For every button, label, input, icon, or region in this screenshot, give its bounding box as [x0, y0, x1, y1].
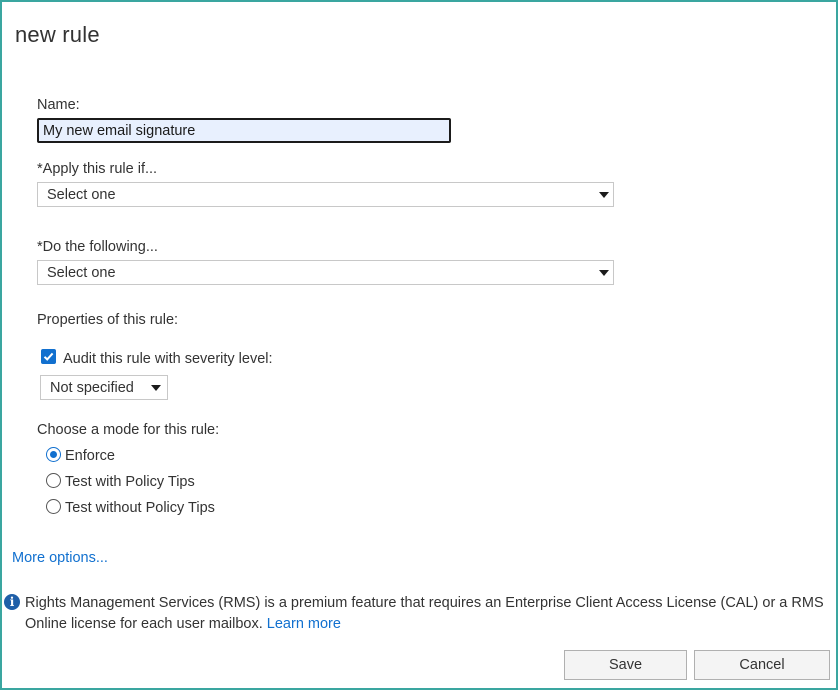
radio-enforce-label: Enforce [65, 448, 115, 464]
properties-label: Properties of this rule: [37, 312, 179, 328]
mode-label: Choose a mode for this rule: [37, 422, 220, 438]
name-label: Name: [37, 97, 80, 113]
apply-rule-selected: Select one [47, 187, 116, 203]
rms-info-message: Rights Management Services (RMS) is a pr… [25, 595, 824, 632]
checkmark-icon [43, 352, 54, 361]
do-following-label: *Do the following... [37, 239, 158, 255]
severity-selected: Not specified [50, 380, 134, 396]
chevron-down-icon [151, 385, 161, 391]
radio-test-with-policy-tips-label: Test with Policy Tips [65, 474, 195, 490]
do-following-dropdown[interactable]: Select one [37, 260, 614, 285]
do-following-selected: Select one [47, 265, 116, 281]
audit-checkbox[interactable] [41, 349, 56, 364]
more-options-link[interactable]: More options... [12, 550, 108, 566]
apply-rule-dropdown[interactable]: Select one [37, 182, 614, 207]
name-input[interactable] [37, 118, 451, 143]
radio-test-without-policy-tips[interactable] [46, 499, 61, 514]
rms-info-text: Rights Management Services (RMS) is a pr… [25, 593, 833, 635]
learn-more-link[interactable]: Learn more [267, 616, 341, 632]
new-rule-dialog: new rule Name: *Apply this rule if... Se… [0, 0, 838, 690]
radio-test-without-policy-tips-label: Test without Policy Tips [65, 500, 215, 516]
audit-label: Audit this rule with severity level: [63, 351, 273, 367]
severity-dropdown[interactable]: Not specified [40, 375, 168, 400]
chevron-down-icon [599, 270, 609, 276]
save-button[interactable]: Save [564, 650, 687, 680]
cancel-button[interactable]: Cancel [694, 650, 830, 680]
radio-enforce[interactable] [46, 447, 61, 462]
dialog-title: new rule [15, 22, 100, 47]
info-icon: i [4, 594, 20, 610]
radio-test-with-policy-tips[interactable] [46, 473, 61, 488]
apply-rule-label: *Apply this rule if... [37, 161, 158, 177]
chevron-down-icon [599, 192, 609, 198]
